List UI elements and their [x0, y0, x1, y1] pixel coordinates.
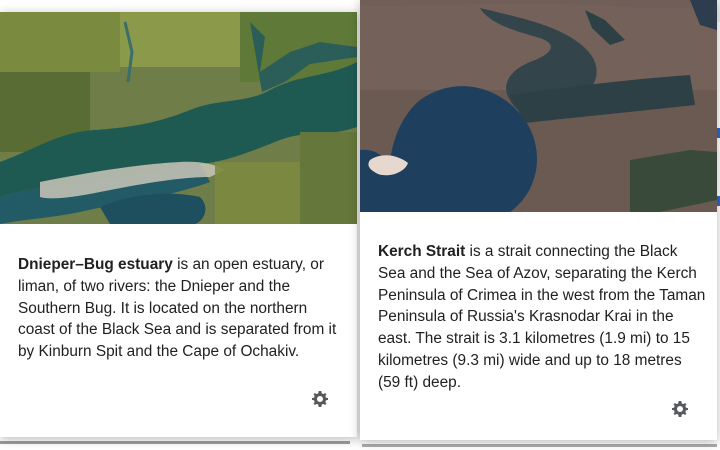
extract-title-bold: Kerch Strait: [378, 243, 466, 260]
gear-icon[interactable]: [670, 399, 690, 419]
extract-title-bold: Dnieper–Bug estuary: [18, 256, 173, 273]
background-text-fragment: [362, 444, 717, 447]
extract-text: Dnieper–Bug estuary is an open estuary, …: [18, 254, 343, 363]
extract-body: is a strait connecting the Black Sea and…: [378, 243, 706, 391]
gear-icon[interactable]: [310, 389, 330, 409]
page-preview-popup-dnieper-bug[interactable]: Dnieper–Bug estuary is an open estuary, …: [0, 12, 357, 437]
background-text-fragment: [0, 441, 350, 444]
thumbnail-image[interactable]: [0, 12, 357, 224]
thumbnail-image[interactable]: [360, 0, 717, 212]
extract-text: Kerch Strait is a strait connecting the …: [378, 241, 708, 394]
page-preview-popup-kerch-strait[interactable]: Kerch Strait is a strait connecting the …: [360, 0, 717, 440]
